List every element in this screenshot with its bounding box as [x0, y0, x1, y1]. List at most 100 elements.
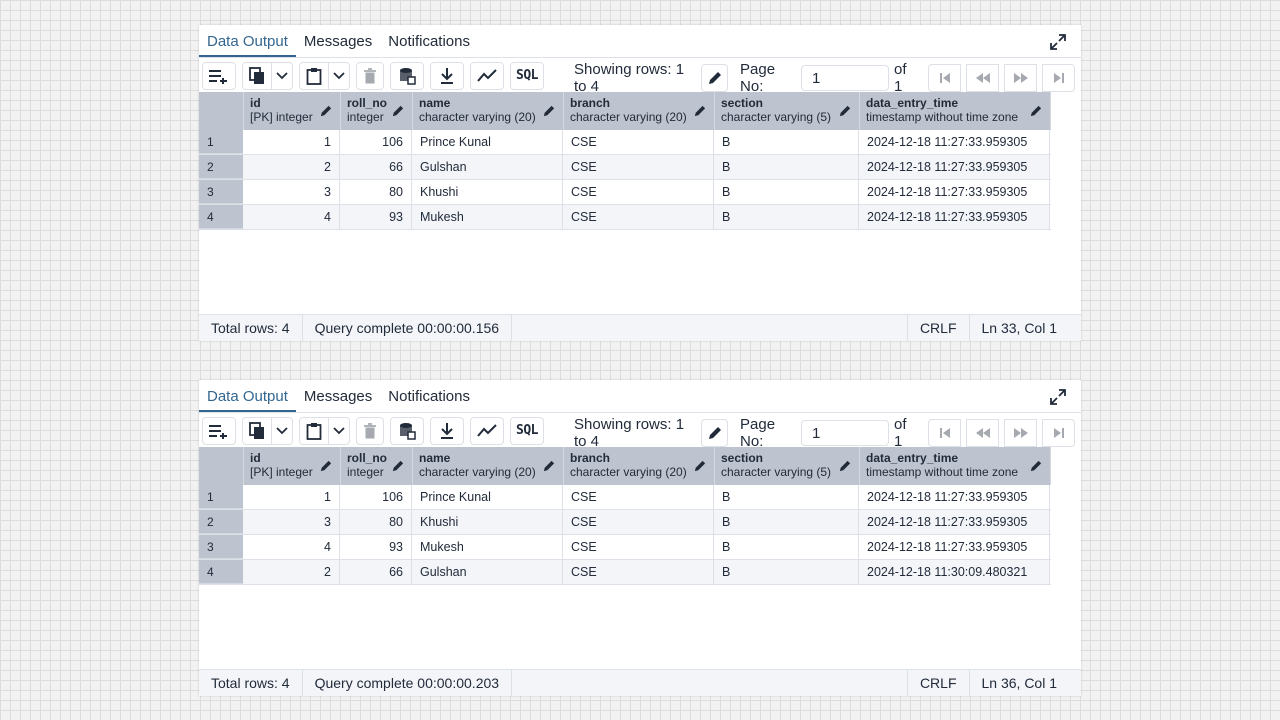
cell-roll-no[interactable]: 66 — [340, 560, 412, 584]
cell-roll-no[interactable]: 106 — [340, 130, 412, 154]
delete-button[interactable] — [356, 416, 384, 445]
cell-branch[interactable]: CSE — [563, 180, 714, 204]
cell-id[interactable]: 4 — [243, 205, 340, 229]
pencil-icon[interactable] — [392, 105, 404, 117]
cell-name[interactable]: Prince Kunal — [412, 485, 563, 509]
column-header-name[interactable]: name character varying (20) — [413, 92, 564, 130]
paste-button[interactable] — [299, 416, 329, 445]
table-row[interactable]: 1 1 106 Prince Kunal CSE B 2024-12-18 11… — [199, 485, 1051, 510]
column-header-section[interactable]: section character varying (5) — [715, 447, 860, 485]
cell-section[interactable]: B — [714, 535, 859, 559]
pencil-icon[interactable] — [320, 460, 332, 472]
column-header-roll-no[interactable]: roll_no integer — [341, 447, 413, 485]
add-row-button[interactable] — [202, 61, 236, 90]
save-data-button[interactable] — [390, 416, 424, 445]
table-row[interactable]: 4 4 93 Mukesh CSE B 2024-12-18 11:27:33.… — [199, 205, 1051, 230]
tab-notifications[interactable]: Notifications — [380, 33, 478, 57]
cell-data-entry-time[interactable]: 2024-12-18 11:27:33.959305 — [859, 155, 1050, 179]
expand-icon[interactable] — [1049, 33, 1067, 51]
add-row-button[interactable] — [202, 416, 236, 445]
expand-icon[interactable] — [1049, 388, 1067, 406]
pencil-icon[interactable] — [320, 105, 332, 117]
graph-button[interactable] — [470, 416, 504, 445]
row-number[interactable]: 4 — [199, 560, 243, 584]
row-number[interactable]: 1 — [199, 130, 243, 154]
last-page-button[interactable] — [1042, 64, 1075, 92]
pencil-icon[interactable] — [1030, 105, 1042, 117]
cell-name[interactable]: Gulshan — [412, 560, 563, 584]
next-page-button[interactable] — [1004, 419, 1037, 447]
table-row[interactable]: 2 3 80 Khushi CSE B 2024-12-18 11:27:33.… — [199, 510, 1051, 535]
cell-name[interactable]: Gulshan — [412, 155, 563, 179]
pencil-icon[interactable] — [839, 105, 851, 117]
cell-name[interactable]: Mukesh — [412, 205, 563, 229]
tab-messages[interactable]: Messages — [296, 388, 380, 412]
download-button[interactable] — [430, 61, 464, 90]
edit-rows-button[interactable] — [701, 419, 729, 447]
pencil-icon[interactable] — [694, 460, 706, 472]
pencil-icon[interactable] — [694, 105, 706, 117]
cell-branch[interactable]: CSE — [563, 130, 714, 154]
column-header-branch[interactable]: branch character varying (20) — [564, 92, 715, 130]
page-number-input[interactable] — [801, 65, 889, 91]
copy-button[interactable] — [242, 416, 272, 445]
pencil-icon[interactable] — [543, 105, 555, 117]
cell-branch[interactable]: CSE — [563, 510, 714, 534]
row-number[interactable]: 2 — [199, 155, 243, 179]
row-number[interactable]: 4 — [199, 205, 243, 229]
cell-data-entry-time[interactable]: 2024-12-18 11:30:09.480321 — [859, 560, 1050, 584]
cell-branch[interactable]: CSE — [563, 560, 714, 584]
pencil-icon[interactable] — [1030, 460, 1042, 472]
cell-section[interactable]: B — [714, 180, 859, 204]
column-header-id[interactable]: id [PK] integer — [244, 92, 341, 130]
cell-section[interactable]: B — [714, 205, 859, 229]
cell-name[interactable]: Khushi — [412, 510, 563, 534]
next-page-button[interactable] — [1004, 64, 1037, 92]
column-header-section[interactable]: section character varying (5) — [715, 92, 860, 130]
table-row[interactable]: 4 2 66 Gulshan CSE B 2024-12-18 11:30:09… — [199, 560, 1051, 585]
cell-id[interactable]: 1 — [243, 130, 340, 154]
row-number[interactable]: 1 — [199, 485, 243, 509]
column-header-data-entry-time[interactable]: data_entry_time timestamp without time zo… — [860, 92, 1051, 130]
cell-branch[interactable]: CSE — [563, 535, 714, 559]
cell-data-entry-time[interactable]: 2024-12-18 11:27:33.959305 — [859, 510, 1050, 534]
cell-id[interactable]: 4 — [243, 535, 340, 559]
cell-roll-no[interactable]: 80 — [340, 510, 412, 534]
paste-options-button[interactable] — [328, 61, 350, 90]
last-page-button[interactable] — [1042, 419, 1075, 447]
save-data-button[interactable] — [390, 61, 424, 90]
download-button[interactable] — [430, 416, 464, 445]
cell-roll-no[interactable]: 93 — [340, 205, 412, 229]
table-row[interactable]: 2 2 66 Gulshan CSE B 2024-12-18 11:27:33… — [199, 155, 1051, 180]
cell-section[interactable]: B — [714, 155, 859, 179]
tab-notifications[interactable]: Notifications — [380, 388, 478, 412]
copy-options-button[interactable] — [271, 61, 293, 90]
cell-roll-no[interactable]: 66 — [340, 155, 412, 179]
copy-button[interactable] — [242, 61, 272, 90]
prev-page-button[interactable] — [966, 64, 999, 92]
cell-section[interactable]: B — [714, 560, 859, 584]
cell-id[interactable]: 1 — [243, 485, 340, 509]
tab-messages[interactable]: Messages — [296, 33, 380, 57]
cell-branch[interactable]: CSE — [563, 205, 714, 229]
cell-data-entry-time[interactable]: 2024-12-18 11:27:33.959305 — [859, 130, 1050, 154]
column-header-name[interactable]: name character varying (20) — [413, 447, 564, 485]
graph-button[interactable] — [470, 61, 504, 90]
column-header-id[interactable]: id [PK] integer — [244, 447, 341, 485]
cell-section[interactable]: B — [714, 510, 859, 534]
cell-section[interactable]: B — [714, 485, 859, 509]
delete-button[interactable] — [356, 61, 384, 90]
cell-roll-no[interactable]: 80 — [340, 180, 412, 204]
edit-rows-button[interactable] — [701, 64, 729, 92]
cell-name[interactable]: Mukesh — [412, 535, 563, 559]
paste-options-button[interactable] — [328, 416, 350, 445]
page-number-input[interactable] — [801, 420, 889, 446]
cell-name[interactable]: Prince Kunal — [412, 130, 563, 154]
cell-name[interactable]: Khushi — [412, 180, 563, 204]
first-page-button[interactable] — [928, 64, 961, 92]
row-number[interactable]: 2 — [199, 510, 243, 534]
column-header-branch[interactable]: branch character varying (20) — [564, 447, 715, 485]
paste-button[interactable] — [299, 61, 329, 90]
row-number[interactable]: 3 — [199, 180, 243, 204]
cell-roll-no[interactable]: 106 — [340, 485, 412, 509]
